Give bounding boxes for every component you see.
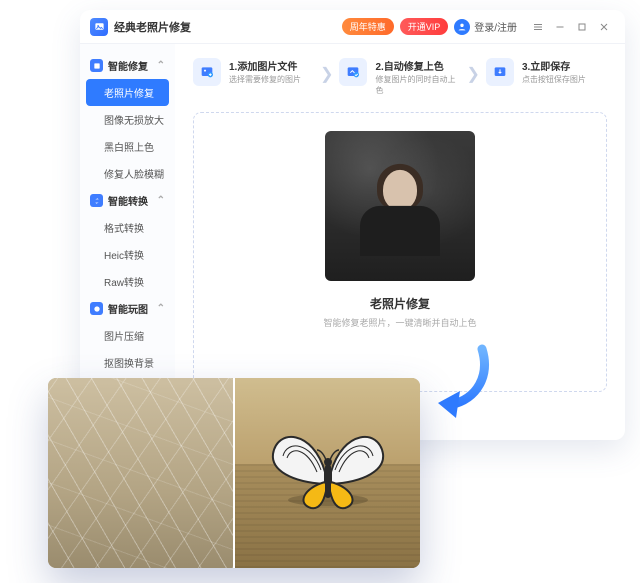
step-title: 1.添加图片文件 (229, 58, 301, 73)
repair-group-icon (90, 59, 103, 72)
add-file-icon (193, 58, 221, 86)
chevron-up-icon: ⌃ (157, 60, 165, 71)
sidebar-group-label: 智能玩图 (108, 301, 148, 316)
sidebar-group-repair[interactable]: 智能修复 ⌃ (80, 52, 175, 79)
dropzone[interactable]: 老照片修复 智能修复老照片，一键清晰并自动上色 (193, 112, 607, 392)
anniversary-badge[interactable]: 周年特惠 (342, 18, 394, 35)
sidebar-item-cutout[interactable]: 抠图换背景 (80, 349, 175, 376)
step-title: 3.立即保存 (522, 58, 586, 73)
step-3: 3.立即保存 点击按钮保存图片 (486, 58, 607, 86)
sidebar-group-convert[interactable]: 智能转换 ⌃ (80, 187, 175, 214)
play-group-icon (90, 302, 103, 315)
step-sub: 点击按钮保存图片 (522, 74, 586, 85)
maximize-button[interactable] (571, 16, 593, 38)
menu-button[interactable] (527, 16, 549, 38)
step-bar: 1.添加图片文件 选择需要修复的图片 ❯ 2.自动修复上色 修复图片的同时自动上… (193, 58, 607, 96)
vip-badge[interactable]: 开通VIP (400, 18, 449, 35)
butterfly-icon (263, 412, 393, 522)
after-pane (235, 378, 420, 568)
before-pane (48, 378, 233, 568)
dropzone-subtitle: 智能修复老照片，一键清晰并自动上色 (323, 316, 476, 329)
app-window: 经典老照片修复 周年特惠 开通VIP 登录/注册 智能修复 ⌃ 老照片修复 图像… (80, 10, 625, 440)
app-title: 经典老照片修复 (114, 19, 191, 35)
user-avatar-icon[interactable] (454, 19, 470, 35)
save-icon (486, 58, 514, 86)
before-after-compare (48, 378, 420, 568)
convert-group-icon (90, 194, 103, 207)
step-1: 1.添加图片文件 选择需要修复的图片 (193, 58, 314, 86)
dropzone-title: 老照片修复 (370, 295, 430, 312)
step-sub: 选择需要修复的图片 (229, 74, 301, 85)
sidebar-group-play[interactable]: 智能玩图 ⌃ (80, 295, 175, 322)
chevron-up-icon: ⌃ (157, 303, 165, 314)
app-logo-icon (90, 18, 108, 36)
sidebar-item-face-fix[interactable]: 修复人脸模糊 (80, 160, 175, 187)
sidebar-item-heic[interactable]: Heic转换 (80, 241, 175, 268)
sidebar-item-format[interactable]: 格式转换 (80, 214, 175, 241)
sidebar-item-raw[interactable]: Raw转换 (80, 268, 175, 295)
minimize-button[interactable] (549, 16, 571, 38)
step-2: 2.自动修复上色 修复图片的同时自动上色 (339, 58, 460, 96)
sidebar-item-compress[interactable]: 图片压缩 (80, 322, 175, 349)
step-title: 2.自动修复上色 (375, 58, 460, 73)
sidebar-item-colorize[interactable]: 黑白照上色 (80, 133, 175, 160)
auto-fix-icon (339, 58, 367, 86)
sidebar-group-label: 智能修复 (108, 58, 148, 73)
sidebar-item-old-photo[interactable]: 老照片修复 (86, 79, 169, 106)
chevron-right-icon: ❯ (320, 58, 333, 84)
step-sub: 修复图片的同时自动上色 (375, 74, 460, 96)
sidebar-item-upscale[interactable]: 图像无损放大 (80, 106, 175, 133)
sample-photo (325, 131, 475, 281)
close-button[interactable] (593, 16, 615, 38)
chevron-up-icon: ⌃ (157, 195, 165, 206)
titlebar: 经典老照片修复 周年特惠 开通VIP 登录/注册 (80, 10, 625, 44)
sidebar-group-label: 智能转换 (108, 193, 148, 208)
login-link[interactable]: 登录/注册 (474, 19, 517, 34)
chevron-right-icon: ❯ (467, 58, 480, 84)
